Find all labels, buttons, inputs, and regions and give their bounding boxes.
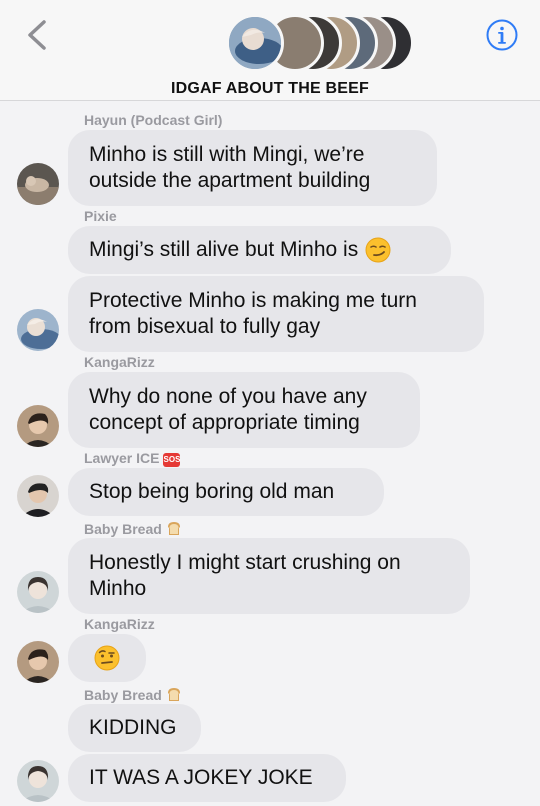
message-bubble[interactable] [68, 634, 146, 682]
message-text: Honestly I might start crushing on Minho [89, 551, 401, 600]
back-button[interactable] [20, 14, 54, 56]
group-member-avatar [226, 14, 284, 72]
smirk-emoji-icon [365, 237, 391, 263]
message-text: Mingi’s still alive but Minho is [89, 238, 359, 261]
message-bubble[interactable]: IT WAS A JOKEY JOKE [68, 754, 346, 802]
sender-name: Baby Bread [84, 686, 182, 703]
message-text: IT WAS A JOKEY JOKE [89, 766, 313, 789]
message-bubble[interactable]: Protective Minho is making me turn from … [68, 276, 484, 352]
group-avatar-stack[interactable] [226, 14, 416, 72]
bread-icon [167, 688, 180, 701]
message-text: KIDDING [89, 716, 177, 739]
sender-name: Baby Bread [84, 520, 182, 537]
message-bubble[interactable]: Honestly I might start crushing on Minho [68, 538, 470, 614]
avatar-kangarizz[interactable] [17, 641, 59, 683]
info-button[interactable] [485, 18, 519, 52]
avatar-lawyer-ice[interactable] [17, 475, 59, 517]
sender-name: Lawyer ICE SOS [84, 450, 181, 467]
sender-name: Pixie [84, 208, 117, 224]
sender-name-text: Baby Bread [84, 687, 162, 703]
bread-icon [167, 522, 180, 535]
avatar-kangarizz[interactable] [17, 405, 59, 447]
message-text: Why do none of you have any concept of a… [89, 385, 367, 434]
message-bubble[interactable]: Stop being boring old man [68, 468, 384, 516]
message-bubble[interactable]: Minho is still with Mingi, we’re outside… [68, 130, 437, 206]
chevron-left-icon [28, 20, 46, 50]
avatar-pixie[interactable] [17, 309, 59, 351]
sender-name: KangaRizz [84, 616, 155, 632]
raised-eyebrow-emoji-icon [94, 645, 120, 671]
info-circle-icon [486, 19, 518, 51]
message-text: Stop being boring old man [89, 480, 335, 503]
avatar-baby-bread[interactable] [17, 571, 59, 613]
avatar-hayun[interactable] [17, 163, 59, 205]
sender-name-text: Baby Bread [84, 521, 162, 537]
message-text: Minho is still with Mingi, we’re outside… [89, 143, 371, 192]
sos-badge: SOS [163, 453, 181, 467]
message-bubble[interactable]: Mingi’s still alive but Minho is [68, 226, 451, 274]
message-bubble[interactable]: Why do none of you have any concept of a… [68, 372, 420, 448]
sender-name-text: Lawyer ICE [84, 450, 160, 466]
group-title[interactable]: IDGAF ABOUT THE BEEF [0, 80, 540, 98]
message-bubble[interactable]: KIDDING [68, 704, 201, 752]
conversation-header: IDGAF ABOUT THE BEEF [0, 0, 540, 101]
avatar-baby-bread[interactable] [17, 760, 59, 802]
message-text: Protective Minho is making me turn from … [89, 289, 417, 338]
sender-name: KangaRizz [84, 354, 155, 370]
sender-name: Hayun (Podcast Girl) [84, 112, 223, 128]
